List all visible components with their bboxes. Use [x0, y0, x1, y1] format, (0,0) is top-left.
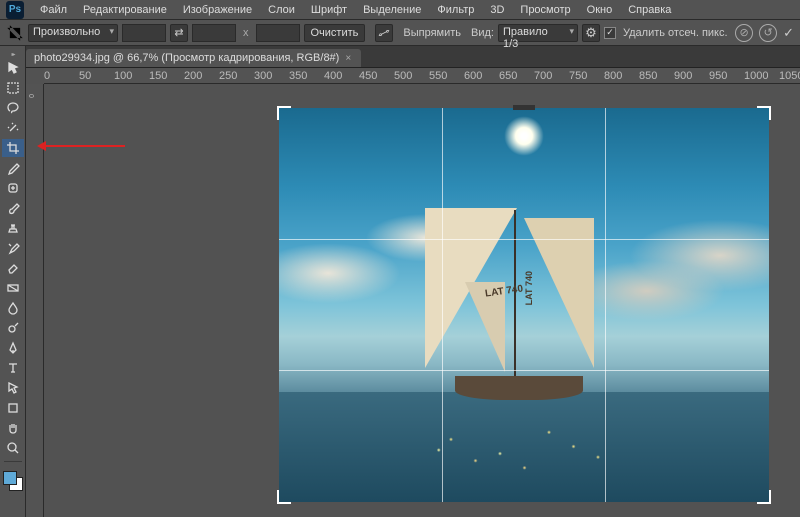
- clear-button[interactable]: Очистить: [304, 24, 366, 42]
- panel-collapse-handle[interactable]: [0, 50, 25, 58]
- menubar: Ps Файл Редактирование Изображение Слои …: [0, 0, 800, 20]
- clone-stamp-tool[interactable]: [2, 219, 24, 237]
- ruler-tick: 700: [534, 70, 552, 82]
- photo-hull: [455, 376, 582, 400]
- document-tab[interactable]: photo29934.jpg @ 66,7% (Просмотр кадриро…: [26, 49, 361, 67]
- ruler-tick: 550: [429, 70, 447, 82]
- ruler-tick: 450: [359, 70, 377, 82]
- photo-sun: [504, 116, 544, 156]
- path-selection-tool[interactable]: [2, 379, 24, 397]
- ruler-tick: 850: [639, 70, 657, 82]
- photo-jib: [524, 218, 594, 368]
- ruler-tick: 150: [149, 70, 167, 82]
- crop-width-input[interactable]: [122, 24, 166, 42]
- marquee-tool[interactable]: [2, 79, 24, 97]
- ruler-tick: 100: [114, 70, 132, 82]
- shape-tool[interactable]: [2, 399, 24, 417]
- overlay-view-select[interactable]: Правило 1/3: [498, 24, 578, 42]
- crop-tool-icon: [6, 24, 24, 42]
- hand-tool[interactable]: [2, 419, 24, 437]
- ruler-tick: 600: [464, 70, 482, 82]
- crop-height-input[interactable]: [192, 24, 236, 42]
- healing-brush-tool[interactable]: [2, 179, 24, 197]
- photo-sparkle: [402, 411, 647, 482]
- photo-content: LAT 740 LAT 740: [279, 108, 769, 502]
- menu-select[interactable]: Выделение: [355, 2, 429, 18]
- gear-icon: ⚙: [585, 25, 597, 41]
- overlay-options-button[interactable]: ⚙: [582, 24, 600, 42]
- cancel-reset-button[interactable]: ⊘: [735, 24, 753, 42]
- menu-edit[interactable]: Редактирование: [75, 2, 175, 18]
- crop-tool[interactable]: [2, 139, 24, 157]
- x-separator: x: [240, 27, 252, 39]
- toolbar-divider: [4, 461, 22, 462]
- document-image[interactable]: LAT 740 LAT 740: [279, 108, 769, 502]
- menu-3d[interactable]: 3D: [482, 2, 512, 18]
- sail-number-b: LAT 740: [524, 271, 534, 305]
- work-area: 0 50 100 150 200 250 300 350 400 450 500 550 600 650 7…: [26, 68, 800, 517]
- brush-tool[interactable]: [2, 199, 24, 217]
- tab-title: photo29934.jpg @ 66,7% (Просмотр кадриро…: [34, 52, 339, 64]
- blur-tool[interactable]: [2, 299, 24, 317]
- reset-crop-button[interactable]: ↺: [759, 24, 777, 42]
- gradient-tool[interactable]: [2, 279, 24, 297]
- aspect-ratio-select[interactable]: Произвольно: [28, 24, 118, 42]
- magic-wand-tool[interactable]: [2, 119, 24, 137]
- ruler-tick: 0: [44, 70, 50, 82]
- ruler-horizontal[interactable]: 0 50 100 150 200 250 300 350 400 450 500 550 600 650 7…: [44, 68, 800, 84]
- ruler-tick: 300: [254, 70, 272, 82]
- view-label: Вид:: [471, 27, 494, 39]
- dodge-tool[interactable]: [2, 319, 24, 337]
- menu-image[interactable]: Изображение: [175, 2, 260, 18]
- straighten-label: Выпрямить: [403, 27, 461, 39]
- document-tabbar: photo29934.jpg @ 66,7% (Просмотр кадриро…: [0, 46, 800, 68]
- menu-filter[interactable]: Фильтр: [429, 2, 482, 18]
- move-tool[interactable]: [2, 59, 24, 77]
- options-bar: Произвольно x Очистить Выпрямить Вид: Пр…: [0, 20, 800, 46]
- ruler-tick: 50: [79, 70, 91, 82]
- color-swatches[interactable]: [3, 471, 23, 491]
- ruler-tick: 650: [499, 70, 517, 82]
- menu-help[interactable]: Справка: [620, 2, 679, 18]
- eyedropper-tool[interactable]: [2, 159, 24, 177]
- ruler-tick: 500: [394, 70, 412, 82]
- pen-tool[interactable]: [2, 339, 24, 357]
- eraser-tool[interactable]: [2, 259, 24, 277]
- delete-cropped-checkbox[interactable]: [604, 27, 616, 39]
- ruler-tick: 200: [184, 70, 202, 82]
- ruler-tick: 400: [324, 70, 342, 82]
- ruler-tick: 250: [219, 70, 237, 82]
- swap-dimensions-button[interactable]: [170, 24, 188, 42]
- menu-layer[interactable]: Слои: [260, 2, 303, 18]
- delete-cropped-label: Удалить отсеч. пикс.: [623, 27, 728, 39]
- zoom-tool[interactable]: [2, 439, 24, 457]
- canvas-area[interactable]: LAT 740 LAT 740: [44, 84, 800, 517]
- foreground-color-swatch[interactable]: [3, 471, 17, 485]
- tools-panel: [0, 46, 26, 517]
- straighten-tool-button[interactable]: [375, 24, 393, 42]
- menu-window[interactable]: Окно: [579, 2, 621, 18]
- crop-resolution-input[interactable]: [256, 24, 300, 42]
- ruler-tick: 350: [289, 70, 307, 82]
- ruler-tick: 1000: [744, 70, 768, 82]
- commit-crop-button[interactable]: ✓: [783, 25, 794, 41]
- ruler-tick: 950: [709, 70, 727, 82]
- close-tab-button[interactable]: ×: [345, 53, 351, 64]
- menu-type[interactable]: Шрифт: [303, 2, 355, 18]
- type-tool[interactable]: [2, 359, 24, 377]
- ruler-tick: 800: [604, 70, 622, 82]
- menu-file[interactable]: Файл: [32, 2, 75, 18]
- ruler-tick: 900: [674, 70, 692, 82]
- ruler-vertical[interactable]: 0: [26, 84, 44, 517]
- lasso-tool[interactable]: [2, 99, 24, 117]
- menu-view[interactable]: Просмотр: [512, 2, 578, 18]
- app-logo-icon: Ps: [6, 1, 24, 19]
- ruler-tick: 1050: [779, 70, 800, 82]
- ruler-tick: 750: [569, 70, 587, 82]
- history-brush-tool[interactable]: [2, 239, 24, 257]
- swap-icon: [174, 26, 183, 39]
